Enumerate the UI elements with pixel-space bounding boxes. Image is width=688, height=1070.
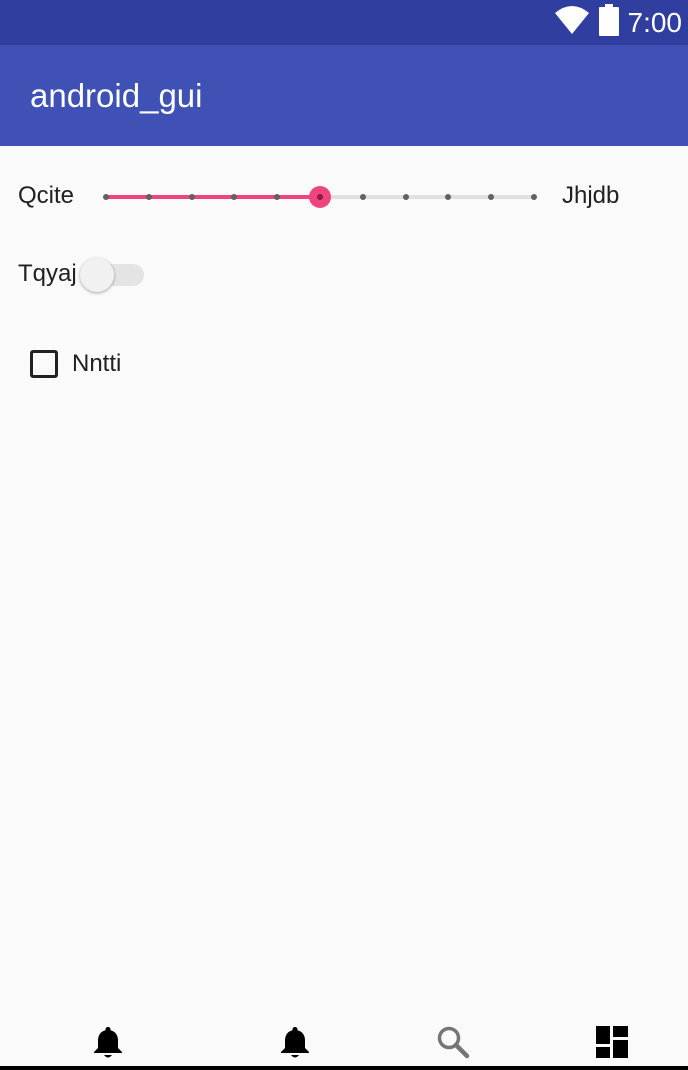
slider-thumb-dot	[317, 194, 323, 200]
slider-tick	[103, 194, 109, 200]
checkbox-row[interactable]: Nntti	[30, 346, 121, 382]
bell-icon	[92, 1025, 124, 1064]
app-bar: android_gui	[0, 45, 688, 146]
slider-min-label: Qcite	[18, 182, 75, 209]
app-title: android_gui	[30, 77, 203, 114]
slider-max-label: Jhjdb	[562, 182, 620, 209]
switch-label: Tqyaj	[18, 260, 77, 287]
discrete-slider[interactable]	[103, 186, 537, 208]
search-icon	[436, 1025, 470, 1064]
nav-item-dashboard[interactable]	[592, 1024, 632, 1064]
slider-active-track	[106, 195, 320, 199]
nav-item-notifications-2[interactable]	[275, 1024, 315, 1064]
slider-tick	[145, 194, 152, 200]
checkbox-label: Nntti	[72, 350, 122, 377]
slider-tick	[445, 194, 452, 200]
slider-tick	[531, 194, 537, 200]
toggle-switch[interactable]	[80, 258, 144, 292]
slider-tick	[274, 194, 281, 200]
wifi-icon	[554, 5, 590, 40]
status-icons: 7:00	[554, 0, 683, 45]
switch-thumb[interactable]	[80, 258, 114, 292]
content-area: Qcite Jhjdb Tqyaj Nntti	[0, 146, 688, 1016]
slider-tick	[402, 194, 409, 200]
bottom-edge	[0, 1066, 688, 1070]
bell-icon	[279, 1025, 311, 1064]
status-bar: 7:00	[0, 0, 688, 45]
slider-tick	[488, 194, 495, 200]
slider-thumb[interactable]	[309, 186, 331, 208]
slider-tick	[231, 194, 238, 200]
slider-tick	[188, 194, 195, 200]
checkbox[interactable]	[30, 350, 58, 378]
status-time: 7:00	[627, 7, 683, 38]
bottom-navigation	[0, 1016, 688, 1066]
nav-item-notifications-1[interactable]	[88, 1024, 128, 1064]
nav-item-search[interactable]	[433, 1024, 473, 1064]
slider-tick	[359, 194, 366, 200]
dashboard-icon	[595, 1025, 629, 1064]
battery-icon	[598, 4, 620, 41]
